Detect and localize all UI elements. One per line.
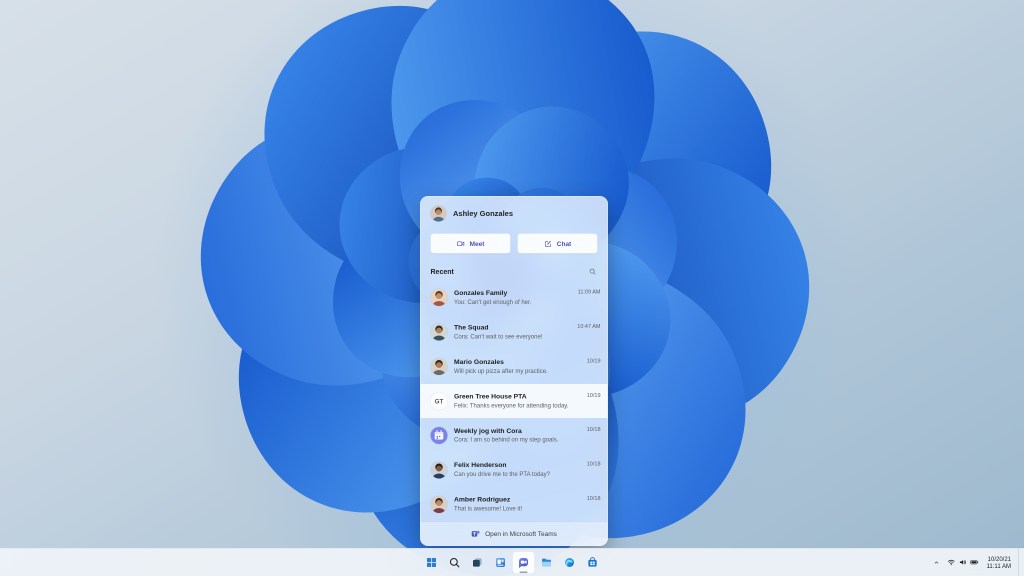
conversation-name: Amber Rodriguez bbox=[454, 496, 511, 504]
avatar bbox=[430, 461, 448, 479]
hidden-icons-button[interactable] bbox=[930, 556, 943, 569]
avatar bbox=[430, 323, 448, 341]
conversation-name: Green Tree House PTA bbox=[454, 392, 527, 400]
store-icon bbox=[585, 555, 600, 570]
user-avatar bbox=[430, 205, 447, 222]
open-in-teams-button[interactable]: Open in Microsoft Teams bbox=[420, 521, 608, 546]
open-in-teams-label: Open in Microsoft Teams bbox=[485, 530, 557, 538]
teams-chat-icon bbox=[516, 555, 531, 570]
clock-date: 10/20/21 bbox=[987, 555, 1011, 563]
widgets-icon bbox=[493, 555, 508, 570]
conversation-time: 10/19 bbox=[586, 357, 601, 364]
edge-icon bbox=[562, 555, 577, 570]
recent-section-header: Recent bbox=[421, 255, 608, 281]
task-view-icon bbox=[470, 555, 485, 570]
avatar bbox=[430, 358, 448, 376]
conversation-name: Weekly jog with Cora bbox=[454, 427, 522, 435]
search-icon bbox=[589, 268, 597, 276]
video-camera-icon bbox=[457, 239, 466, 248]
chat-button-label: Chat bbox=[556, 239, 572, 248]
clock[interactable]: 10/20/21 11:11 AM bbox=[983, 553, 1015, 571]
avatar bbox=[430, 289, 448, 307]
conversation-time: 10/18 bbox=[586, 461, 601, 468]
conversation-preview: Can you drive me to the PTA today? bbox=[454, 471, 550, 478]
battery-icon bbox=[970, 558, 979, 567]
conversation-time: 10/18 bbox=[586, 495, 601, 502]
conversation-preview: Cora: I am so behind on my step goals. bbox=[454, 436, 559, 444]
taskbar-task-view-button[interactable] bbox=[467, 551, 489, 573]
conversation-name: Gonzales Family bbox=[454, 289, 508, 297]
conversation-preview: That is awesome! Love it! bbox=[454, 505, 523, 513]
conversation-text: Felix Henderson Can you drive me to the … bbox=[454, 462, 580, 478]
conversation-row[interactable]: Mario Gonzales Will pick up pizza after … bbox=[421, 349, 608, 383]
conversation-row[interactable]: GT Green Tree House PTA Felix: Thanks ev… bbox=[420, 383, 608, 419]
conversation-name: Felix Henderson bbox=[454, 461, 507, 469]
svg-text:GT: GT bbox=[435, 398, 444, 405]
taskbar: 10/20/21 11:11 AM bbox=[0, 548, 1024, 576]
search-button[interactable] bbox=[588, 267, 598, 277]
chat-button[interactable]: Chat bbox=[517, 233, 598, 254]
conversation-text: Weekly jog with Cora Cora: I am so behin… bbox=[454, 427, 580, 443]
conversation-preview: Felix: Thanks everyone for attending tod… bbox=[454, 402, 569, 409]
avatar: GT bbox=[430, 392, 448, 410]
wifi-icon bbox=[947, 558, 956, 567]
taskbar-chat-button[interactable] bbox=[512, 551, 535, 574]
taskbar-items bbox=[421, 549, 604, 576]
meet-button-label: Meet bbox=[469, 239, 485, 248]
conversation-list: Gonzales Family You: Can't get enough of… bbox=[420, 281, 608, 522]
chevron-up-icon bbox=[933, 559, 940, 566]
conversation-time: 10/18 bbox=[586, 426, 601, 433]
tray-status-button[interactable] bbox=[944, 555, 982, 570]
conversation-row[interactable]: Felix Henderson Can you drive me to the … bbox=[421, 453, 608, 487]
conversation-preview: You: Can't get enough of her. bbox=[454, 298, 532, 306]
conversation-text: Amber Rodriguez That is awesome! Love it… bbox=[454, 496, 580, 512]
conversation-time: 10:47 AM bbox=[577, 323, 601, 330]
conversation-preview: Will pick up pizza after my practice. bbox=[454, 367, 548, 375]
conversation-row[interactable]: Weekly jog with Cora Cora: I am so behin… bbox=[421, 418, 608, 452]
clock-time: 11:11 AM bbox=[986, 562, 1011, 570]
conversation-text: Gonzales Family You: Can't get enough of… bbox=[454, 290, 571, 306]
taskbar-widgets-button[interactable] bbox=[490, 551, 512, 573]
file-explorer-icon bbox=[539, 555, 554, 570]
conversation-row[interactable]: The Squad Cora: Can't wait to see everyo… bbox=[421, 315, 608, 349]
chat-flyout: Ashley Gonzales Meet Chat Recent Gonzale… bbox=[420, 196, 608, 546]
compose-icon bbox=[544, 239, 553, 248]
desktop: Ashley Gonzales Meet Chat Recent Gonzale… bbox=[0, 0, 1024, 576]
conversation-name: Mario Gonzales bbox=[454, 358, 504, 366]
conversation-text: Mario Gonzales Will pick up pizza after … bbox=[454, 358, 580, 374]
teams-icon bbox=[471, 529, 481, 539]
conversation-time: 11:09 AM bbox=[577, 289, 601, 295]
taskbar-start-button[interactable] bbox=[421, 551, 443, 573]
taskbar-search-button[interactable] bbox=[444, 551, 466, 573]
conversation-text: The Squad Cora: Can't wait to see everyo… bbox=[454, 324, 571, 340]
volume-icon bbox=[959, 558, 968, 567]
conversation-text: Green Tree House PTA Felix: Thanks every… bbox=[454, 393, 580, 409]
search-icon bbox=[448, 556, 461, 569]
conversation-time: 10/19 bbox=[586, 392, 601, 399]
flyout-actions: Meet Chat bbox=[421, 228, 608, 255]
conversation-row[interactable]: Amber Rodriguez That is awesome! Love it… bbox=[421, 487, 608, 521]
conversation-name: The Squad bbox=[454, 323, 489, 331]
show-desktop-button[interactable] bbox=[1018, 548, 1022, 576]
avatar bbox=[430, 426, 448, 444]
system-tray: 10/20/21 11:11 AM bbox=[930, 548, 1022, 576]
taskbar-store-button[interactable] bbox=[582, 551, 604, 573]
taskbar-file-explorer-button[interactable] bbox=[536, 551, 558, 573]
recent-label: Recent bbox=[430, 267, 454, 276]
taskbar-edge-button[interactable] bbox=[559, 551, 581, 573]
conversation-preview: Cora: Can't wait to see everyone! bbox=[454, 333, 543, 340]
flyout-header: Ashley Gonzales bbox=[421, 197, 608, 228]
user-name: Ashley Gonzales bbox=[453, 209, 514, 218]
avatar bbox=[430, 495, 448, 513]
windows-start-icon bbox=[424, 555, 439, 570]
conversation-row[interactable]: Gonzales Family You: Can't get enough of… bbox=[421, 281, 608, 315]
meet-button[interactable]: Meet bbox=[430, 233, 511, 254]
